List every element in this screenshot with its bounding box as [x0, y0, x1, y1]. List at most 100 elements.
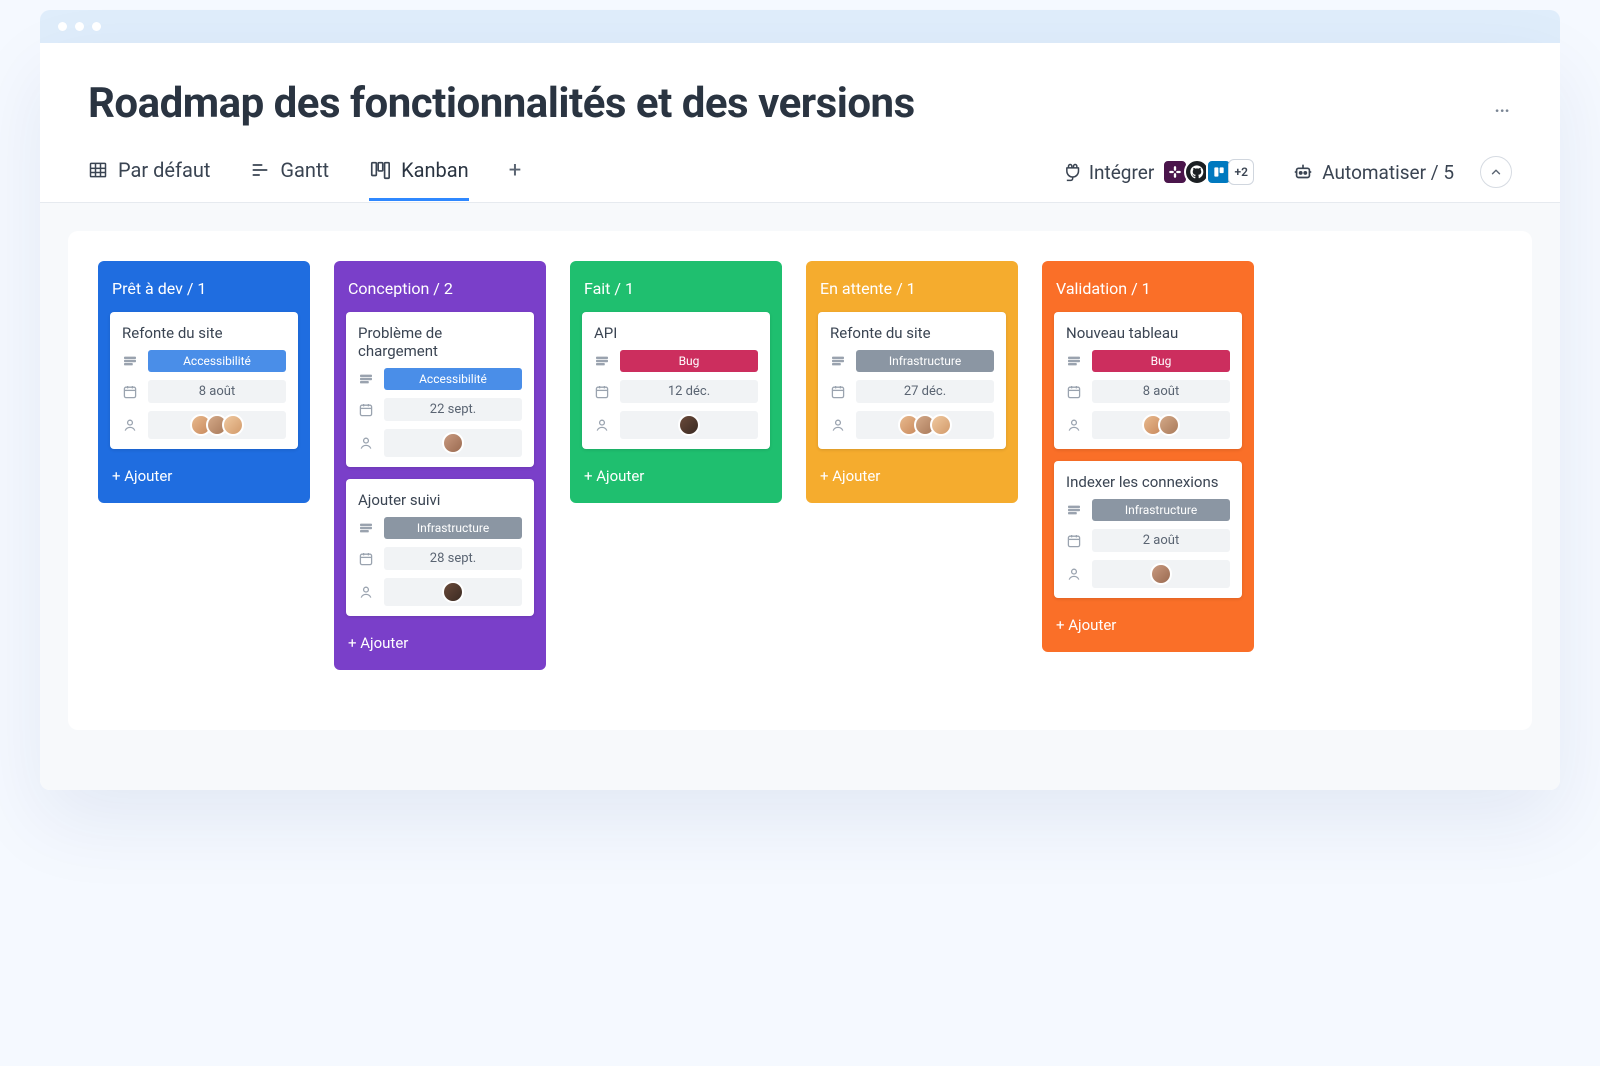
card-avatars: [384, 578, 522, 606]
add-card-button[interactable]: + Ajouter: [582, 461, 770, 487]
category-icon: [358, 371, 374, 387]
card-date: 27 déc.: [856, 380, 994, 403]
kanban-card[interactable]: Indexer les connexions Infrastructure 2 …: [1054, 461, 1242, 598]
column-header: Conception / 2: [346, 275, 534, 300]
card-tag: Accessibilité: [384, 368, 522, 390]
gantt-icon: [250, 160, 270, 180]
card-title: Refonte du site: [830, 324, 994, 342]
integration-icons: +2: [1166, 159, 1254, 185]
add-card-button[interactable]: + Ajouter: [346, 628, 534, 654]
board-panel: Prêt à dev / 1 Refonte du site Accessibil…: [68, 231, 1532, 730]
kanban-card[interactable]: Refonte du site Accessibilité 8 août: [110, 312, 298, 449]
card-tag: Infrastructure: [1092, 499, 1230, 521]
board-area: Prêt à dev / 1 Refonte du site Accessibil…: [40, 203, 1560, 790]
automate-button[interactable]: Automatiser / 5: [1292, 161, 1454, 184]
kanban-card[interactable]: Problème de chargement Accessibilité 22 …: [346, 312, 534, 467]
calendar-icon: [830, 384, 846, 400]
integration-more[interactable]: +2: [1228, 159, 1254, 185]
kanban-card[interactable]: API Bug 12 déc.: [582, 312, 770, 449]
card-avatars: [148, 411, 286, 439]
view-label: Par défaut: [118, 158, 210, 182]
card-tag: Infrastructure: [856, 350, 994, 372]
card-title: Ajouter suivi: [358, 491, 522, 509]
user-icon: [122, 417, 138, 433]
card-title: Refonte du site: [122, 324, 286, 342]
view-label: Kanban: [401, 158, 469, 182]
card-avatars: [1092, 411, 1230, 439]
kanban-card[interactable]: Nouveau tableau Bug 8 août: [1054, 312, 1242, 449]
automate-label: Automatiser / 5: [1322, 161, 1454, 184]
card-tag: Infrastructure: [384, 517, 522, 539]
kanban-card[interactable]: Refonte du site Infrastructure 27 déc.: [818, 312, 1006, 449]
card-date: 8 août: [1092, 380, 1230, 403]
category-icon: [122, 353, 138, 369]
window-dot: [92, 22, 101, 31]
column-ready: Prêt à dev / 1 Refonte du site Accessibil…: [98, 261, 310, 503]
calendar-icon: [1066, 384, 1082, 400]
add-card-button[interactable]: + Ajouter: [110, 461, 298, 487]
card-avatars: [384, 429, 522, 457]
add-card-button[interactable]: + Ajouter: [818, 461, 1006, 487]
grid-icon: [88, 160, 108, 180]
column-validation: Validation / 1 Nouveau tableau Bug 8 août…: [1042, 261, 1254, 652]
column-header: Prêt à dev / 1: [110, 275, 298, 300]
add-view-button[interactable]: +: [509, 158, 521, 201]
window-dot: [75, 22, 84, 31]
card-avatars: [1092, 560, 1230, 588]
category-icon: [358, 520, 374, 536]
user-icon: [358, 584, 374, 600]
avatar: [930, 414, 952, 436]
avatar: [678, 414, 700, 436]
column-done: Fait / 1API Bug 12 déc. + Ajouter: [570, 261, 782, 503]
card-avatars: [856, 411, 994, 439]
card-tag: Bug: [620, 350, 758, 372]
card-title: API: [594, 324, 758, 342]
category-icon: [830, 353, 846, 369]
calendar-icon: [1066, 533, 1082, 549]
card-tag: Bug: [1092, 350, 1230, 372]
user-icon: [1066, 417, 1082, 433]
calendar-icon: [594, 384, 610, 400]
browser-chrome: [40, 10, 1560, 43]
app-window: Roadmap des fonctionnalités et des versi…: [40, 43, 1560, 790]
avatar: [1150, 563, 1172, 585]
view-label: Gantt: [280, 158, 329, 182]
card-date: 22 sept.: [384, 398, 522, 421]
avatar: [442, 432, 464, 454]
add-card-button[interactable]: + Ajouter: [1054, 610, 1242, 636]
avatar: [1158, 414, 1180, 436]
kanban-card[interactable]: Ajouter suivi Infrastructure 28 sept.: [346, 479, 534, 616]
view-kanban[interactable]: Kanban: [369, 158, 469, 200]
view-gantt[interactable]: Gantt: [250, 158, 329, 200]
more-button[interactable]: …: [1494, 90, 1512, 118]
category-icon: [1066, 353, 1082, 369]
header: Roadmap des fonctionnalités et des versi…: [40, 43, 1560, 128]
column-header: En attente / 1: [818, 275, 1006, 300]
user-icon: [594, 417, 610, 433]
kanban-icon: [369, 159, 391, 181]
page-title: Roadmap des fonctionnalités et des versi…: [88, 79, 915, 128]
card-title: Nouveau tableau: [1066, 324, 1230, 342]
card-title: Problème de chargement: [358, 324, 522, 360]
card-date: 8 août: [148, 380, 286, 403]
toolbar: Par défaut Gantt Kanban +: [40, 128, 1560, 203]
collapse-button[interactable]: [1480, 156, 1512, 188]
card-date: 2 août: [1092, 529, 1230, 552]
chevron-up-icon: [1489, 165, 1503, 179]
avatar: [222, 414, 244, 436]
user-icon: [830, 417, 846, 433]
column-header: Validation / 1: [1054, 275, 1242, 300]
avatar: [442, 581, 464, 603]
card-avatars: [620, 411, 758, 439]
user-icon: [1066, 566, 1082, 582]
calendar-icon: [122, 384, 138, 400]
card-date: 28 sept.: [384, 547, 522, 570]
card-title: Indexer les connexions: [1066, 473, 1230, 491]
card-date: 12 déc.: [620, 380, 758, 403]
integrate-icon: [1061, 162, 1081, 182]
integrate-label: Intégrer: [1089, 161, 1154, 184]
integrate-button[interactable]: Intégrer +2: [1061, 159, 1254, 185]
card-tag: Accessibilité: [148, 350, 286, 372]
view-default[interactable]: Par défaut: [88, 158, 210, 200]
window-dot: [58, 22, 67, 31]
